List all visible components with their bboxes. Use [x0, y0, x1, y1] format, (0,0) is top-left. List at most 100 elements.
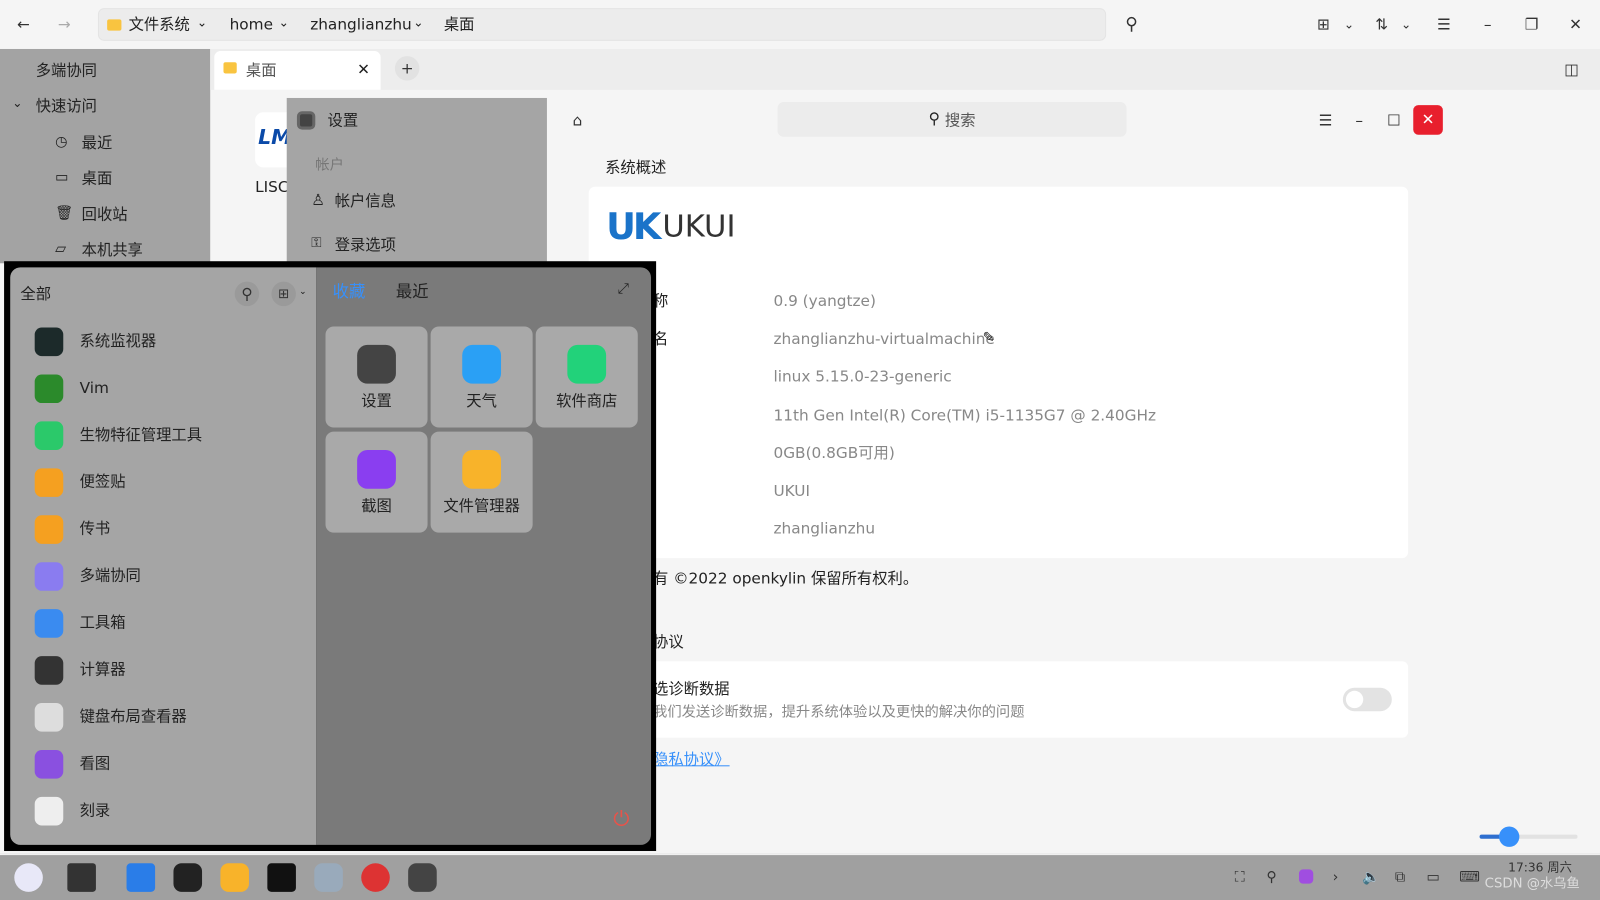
- sidebar-item-recent[interactable]: 最近: [82, 135, 113, 151]
- settings-search-input[interactable]: ⚲ 搜索: [777, 102, 1127, 137]
- sidebar-item-multi[interactable]: 多端协同: [36, 63, 97, 78]
- app-list-item[interactable]: 多端协同: [10, 553, 316, 600]
- clock[interactable]: 17:36 周六: [1508, 861, 1572, 873]
- favorite-tile[interactable]: 截图: [325, 431, 428, 533]
- search-icon[interactable]: ⚲: [1266, 869, 1276, 885]
- power-icon[interactable]: ⏻: [613, 808, 629, 828]
- favorite-tile[interactable]: 设置: [325, 326, 428, 428]
- app-label: 多端协同: [79, 566, 141, 585]
- app-list-item[interactable]: 计算器: [10, 647, 316, 694]
- network-icon[interactable]: ⛶: [1235, 869, 1245, 885]
- view-grid-button[interactable]: ⊞: [271, 281, 296, 307]
- preview-pane-icon[interactable]: ◫: [1561, 59, 1581, 79]
- app-label: 便签贴: [79, 472, 126, 491]
- settings-title: 设置: [327, 111, 359, 130]
- sidebar-item-quick-access[interactable]: 快速访问: [36, 98, 97, 114]
- favorite-tile[interactable]: 天气: [430, 326, 533, 428]
- sidebar-item-share[interactable]: 本机共享: [82, 242, 143, 258]
- keyboard-icon[interactable]: ⌨: [1459, 869, 1480, 885]
- favorite-tile[interactable]: 文件管理器: [430, 431, 533, 533]
- chevron-down-icon[interactable]: ⌄: [1341, 14, 1357, 34]
- breadcrumb-item[interactable]: home: [230, 17, 273, 32]
- kylin-icon[interactable]: [314, 863, 343, 892]
- sort-icon[interactable]: ⇅: [1371, 14, 1391, 34]
- chevron-down-icon[interactable]: ⌄: [299, 287, 307, 297]
- app-list-item[interactable]: 便签贴: [10, 459, 316, 506]
- app-icon: [34, 703, 64, 732]
- app-icon: [34, 515, 64, 544]
- chevron-down-icon[interactable]: ⌄: [12, 97, 22, 109]
- app-label: 看图: [79, 754, 111, 773]
- multitask-icon[interactable]: [67, 863, 96, 892]
- close-icon[interactable]: ✕: [357, 62, 370, 77]
- terminal-icon[interactable]: [173, 863, 203, 892]
- device-icon[interactable]: ⧉: [1395, 869, 1405, 885]
- info-value: 0GB(0.8GB可用): [773, 443, 895, 463]
- app-label: 键盘布局查看器: [79, 707, 187, 726]
- search-icon[interactable]: ⚲: [1121, 14, 1141, 34]
- chevron-down-icon[interactable]: ⌄: [279, 16, 289, 28]
- view-grid-icon[interactable]: ⊞: [1313, 14, 1333, 34]
- restore-icon[interactable]: ❐: [1521, 14, 1541, 34]
- back-icon[interactable]: ←: [13, 14, 33, 34]
- start-menu-icon[interactable]: [14, 863, 43, 892]
- volume-icon[interactable]: 🔈: [1362, 869, 1380, 885]
- screenshot-tray-icon[interactable]: [1298, 869, 1314, 884]
- sidebar-item-account-info[interactable]: 帐户信息: [335, 193, 396, 209]
- minimize-icon[interactable]: –: [1478, 14, 1498, 34]
- edit-icon[interactable]: ✎: [983, 331, 995, 345]
- app-list-item[interactable]: 系统监视器: [10, 318, 316, 365]
- close-button[interactable]: ✕: [1413, 105, 1443, 135]
- diagnostic-desc: 我们发送诊断数据，提升系统体验以及更快的解决你的问题: [653, 704, 1025, 721]
- breadcrumb-item[interactable]: zhanglianzhu: [310, 17, 412, 32]
- sidebar-item-desktop[interactable]: 桌面: [82, 171, 113, 186]
- breadcrumb-item[interactable]: 桌面: [444, 17, 475, 32]
- forward-icon[interactable]: →: [54, 14, 74, 34]
- close-icon[interactable]: ✕: [1565, 14, 1585, 34]
- info-value: 0.9 (yangtze): [773, 291, 876, 311]
- breadcrumb[interactable]: 文件系统 ⌄ home ⌄ zhanglianzhu ⌄ 桌面: [97, 8, 1107, 41]
- expand-icon[interactable]: ⤢: [617, 282, 628, 296]
- menu-icon[interactable]: ☰: [1315, 110, 1335, 130]
- privacy-link[interactable]: 隐私协议》: [653, 752, 730, 767]
- app-list-item[interactable]: 传书: [10, 506, 316, 553]
- file-manager-icon[interactable]: [220, 863, 249, 892]
- wps-icon[interactable]: [126, 863, 156, 892]
- tab-favorites[interactable]: 收藏: [333, 283, 366, 300]
- tab-desktop[interactable]: 桌面 ✕: [214, 51, 381, 90]
- sidebar-item-login-options[interactable]: 登录选项: [335, 237, 396, 253]
- desktop-icon: ▭: [55, 169, 69, 186]
- notification-icon[interactable]: ▭: [1427, 869, 1441, 885]
- tile-label: 天气: [466, 391, 497, 411]
- chevron-right-icon[interactable]: ›: [1333, 869, 1339, 885]
- tab-recent[interactable]: 最近: [396, 283, 429, 300]
- new-tab-button[interactable]: +: [394, 56, 420, 81]
- app-list-item[interactable]: 键盘布局查看器: [10, 694, 316, 741]
- diagnostic-title: 选诊断数据: [653, 679, 730, 698]
- app-list-item[interactable]: 生物特征管理工具: [10, 412, 316, 459]
- app-list-item[interactable]: 工具箱: [10, 600, 316, 647]
- intellij-icon[interactable]: [267, 863, 296, 892]
- chevron-down-icon[interactable]: ⌄: [197, 16, 207, 28]
- app-icon: [34, 468, 64, 497]
- settings-icon[interactable]: [408, 863, 437, 892]
- app-list-item[interactable]: Vim: [10, 365, 316, 412]
- breadcrumb-item[interactable]: 文件系统: [129, 17, 190, 32]
- chrome-icon[interactable]: [361, 863, 390, 892]
- app-list-item[interactable]: 看图: [10, 741, 316, 788]
- app-list-item[interactable]: 刻录: [10, 788, 316, 835]
- app-icon: [34, 796, 64, 826]
- minimize-icon[interactable]: –: [1349, 110, 1369, 130]
- home-icon[interactable]: ⌂: [567, 110, 587, 130]
- search-button[interactable]: ⚲: [234, 281, 260, 307]
- chevron-down-icon[interactable]: ⌄: [413, 16, 423, 28]
- ukui-logo: UK UKUI: [606, 206, 736, 248]
- maximize-icon[interactable]: ☐: [1384, 110, 1404, 130]
- slider[interactable]: [1479, 826, 1578, 847]
- diagnostic-toggle[interactable]: [1342, 687, 1392, 712]
- favorite-tile[interactable]: 软件商店: [535, 326, 638, 428]
- sidebar-item-trash[interactable]: 回收站: [82, 207, 128, 222]
- slider-handle[interactable]: [1498, 826, 1520, 847]
- menu-icon[interactable]: ☰: [1434, 14, 1454, 34]
- chevron-down-icon[interactable]: ⌄: [1398, 14, 1414, 34]
